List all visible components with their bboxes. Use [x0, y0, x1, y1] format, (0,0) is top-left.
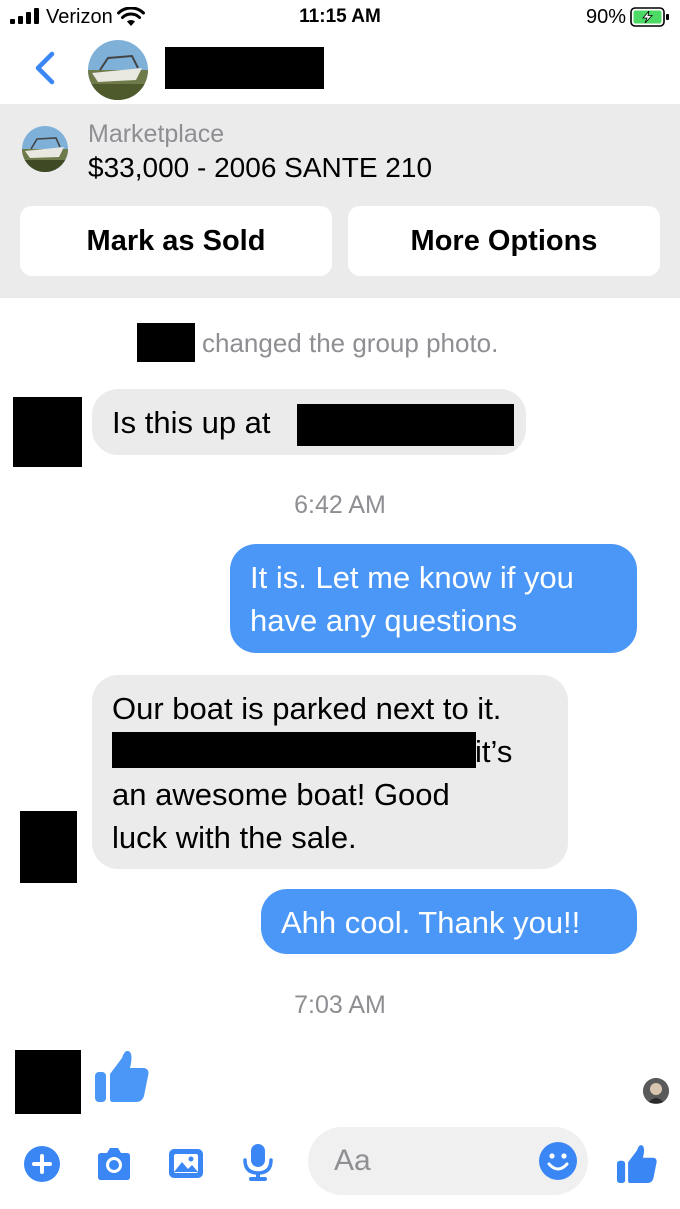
clock: 11:15 AM — [299, 6, 381, 27]
message-text-line: have any questions — [250, 603, 518, 638]
message-text-line: Our boat is parked next to it. — [112, 691, 502, 726]
message-text: Is this up at — [112, 405, 271, 440]
like-button-thumbs-up-icon[interactable] — [614, 1140, 660, 1186]
boat-photo-icon — [88, 40, 148, 100]
redacted-contact-name — [165, 47, 324, 89]
thumbs-up-icon[interactable] — [92, 1044, 152, 1106]
emoji-icon[interactable] — [538, 1141, 578, 1181]
system-message: changed the group photo. — [202, 328, 499, 358]
marketplace-label: Marketplace — [88, 120, 225, 148]
microphone-icon[interactable] — [238, 1142, 278, 1182]
back-button[interactable] — [28, 46, 64, 90]
redacted-message-text — [112, 732, 476, 768]
message-text-line: luck with the sale. — [112, 820, 357, 855]
photo-gallery-icon[interactable] — [166, 1143, 206, 1183]
message-input[interactable]: Aa — [308, 1127, 588, 1195]
sender-avatar-redacted — [13, 397, 82, 467]
plus-icon[interactable] — [22, 1144, 62, 1184]
incoming-message-bubble[interactable]: Our boat is parked next to it. it’s an a… — [92, 675, 568, 869]
listing-title: $33,000 - 2006 SANTE 210 — [88, 152, 433, 183]
outgoing-message-bubble[interactable]: It is. Let me know if you have any quest… — [230, 544, 637, 653]
more-options-button[interactable]: More Options — [348, 206, 660, 276]
message-text: it’s — [475, 734, 513, 769]
message-text: Ahh cool. Thank you!! — [281, 905, 581, 940]
redacted-location — [297, 404, 514, 446]
status-bar: Verizon 11:15 AM 90% — [0, 0, 680, 36]
redacted-user-name — [137, 323, 195, 362]
timestamp: 7:03 AM — [294, 991, 386, 1019]
message-text-line: an awesome boat! Good — [112, 777, 450, 812]
chevron-left-icon — [35, 51, 55, 85]
timestamp: 6:42 AM — [294, 491, 386, 519]
marketplace-banner[interactable]: Marketplace $33,000 - 2006 SANTE 210 Mar… — [0, 104, 680, 298]
camera-icon[interactable] — [94, 1144, 134, 1184]
outgoing-message-bubble[interactable]: Ahh cool. Thank you!! — [261, 889, 637, 954]
group-avatar[interactable] — [88, 40, 148, 100]
listing-avatar — [22, 126, 68, 172]
message-text-line: It is. Let me know if you — [250, 560, 574, 595]
battery-percent: 90% — [586, 6, 627, 28]
battery-charging-icon — [630, 7, 669, 27]
message-input-placeholder: Aa — [334, 1144, 371, 1177]
sender-avatar-redacted — [20, 811, 77, 883]
mark-as-sold-button[interactable]: Mark as Sold — [20, 206, 332, 276]
sender-avatar-redacted — [15, 1050, 81, 1114]
read-receipt-avatar — [643, 1078, 669, 1104]
boat-photo-icon — [22, 126, 68, 172]
user-face-icon — [643, 1078, 669, 1104]
